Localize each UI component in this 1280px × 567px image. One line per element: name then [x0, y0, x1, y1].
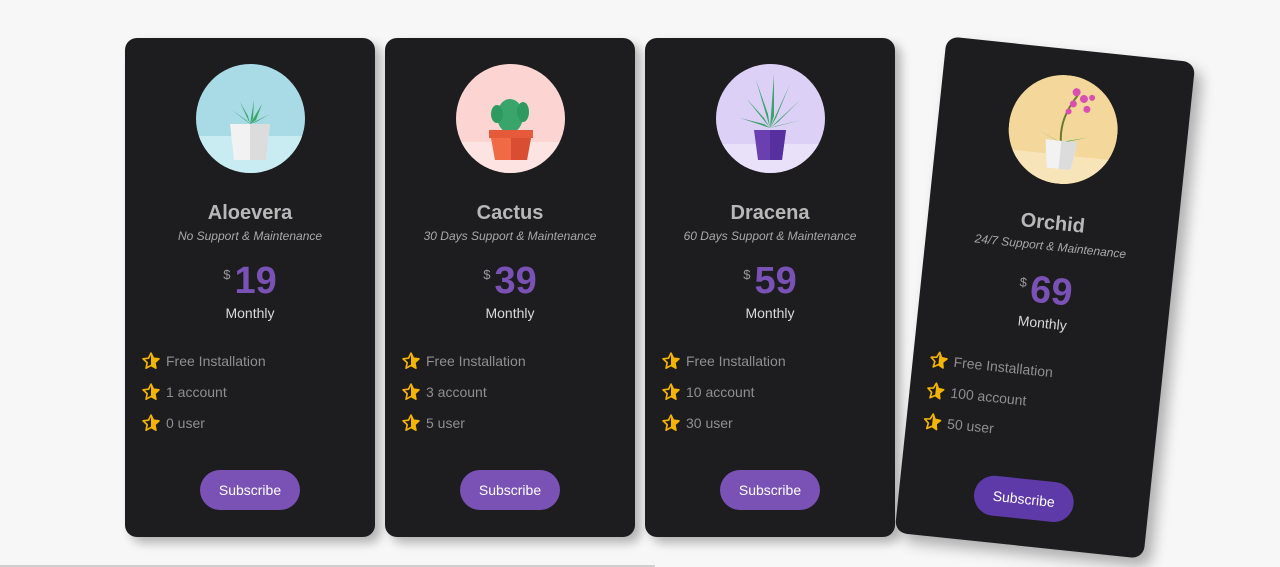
cactus-plant-icon	[455, 64, 565, 173]
plan-card-cactus: Cactus 30 Days Support & Maintenance $ 3…	[385, 38, 635, 537]
billing-period: Monthly	[485, 305, 535, 321]
feature-label: Free Installation	[426, 352, 526, 369]
subscribe-button[interactable]: Subscribe	[460, 470, 560, 510]
feature-item: 3 account	[401, 376, 635, 407]
star-icon	[661, 413, 681, 433]
plan-support: No Support & Maintenance	[177, 229, 323, 243]
star-icon	[921, 410, 943, 432]
price-amount: 59	[754, 260, 797, 302]
feature-list: Free Installation 1 account 0 user	[125, 345, 375, 438]
pricing-stage: Aloevera No Support & Maintenance $ 19 M…	[0, 0, 1280, 567]
feature-list: Free Installation 3 account 5 user	[385, 345, 635, 438]
star-icon	[928, 349, 950, 371]
feature-list: Free Installation 10 account 30 user	[645, 345, 895, 438]
feature-item: 0 user	[141, 407, 375, 438]
feature-label: 100 account	[949, 384, 1028, 409]
currency-symbol: $	[743, 267, 751, 282]
plan-support: 60 Days Support & Maintenance	[683, 229, 857, 243]
billing-period: Monthly	[225, 305, 275, 321]
star-icon	[401, 413, 421, 433]
price-amount: 69	[1028, 268, 1075, 315]
aloevera-plant-icon	[195, 64, 305, 173]
plan-name: Aloevera	[207, 202, 293, 224]
plan-card-dracena: Dracena 60 Days Support & Maintenance $ …	[645, 38, 895, 537]
star-icon	[141, 382, 161, 402]
star-icon	[401, 382, 421, 402]
plan-card-orchid: Orchid 24/7 Support & Maintenance $ 69 M…	[894, 36, 1196, 559]
feature-item: 1 account	[141, 376, 375, 407]
star-icon	[141, 351, 161, 371]
star-icon	[141, 413, 161, 433]
billing-period: Monthly	[745, 305, 795, 321]
subscribe-button[interactable]: Subscribe	[200, 470, 300, 510]
star-icon	[661, 351, 681, 371]
feature-label: 5 user	[426, 414, 465, 431]
subscribe-button[interactable]: Subscribe	[972, 473, 1076, 525]
feature-label: 50 user	[946, 415, 995, 436]
star-icon	[401, 351, 421, 371]
feature-label: 10 account	[686, 383, 755, 400]
price-row: $ 39	[385, 259, 635, 303]
orchid-plant-icon	[1002, 69, 1123, 190]
feature-item: Free Installation	[401, 345, 635, 376]
feature-item: 5 user	[401, 407, 635, 438]
feature-list: Free Installation 100 account 50 user	[905, 342, 1163, 461]
price-amount: 39	[494, 260, 537, 302]
feature-item: 10 account	[661, 376, 895, 407]
dracena-plant-icon	[715, 64, 825, 173]
currency-symbol: $	[1018, 274, 1028, 290]
star-icon	[925, 380, 947, 402]
feature-label: Free Installation	[686, 352, 786, 369]
plan-name: Cactus	[476, 202, 544, 224]
feature-label: 3 account	[426, 383, 487, 400]
feature-item: 30 user	[661, 407, 895, 438]
feature-label: Free Installation	[952, 353, 1054, 380]
star-icon	[661, 382, 681, 402]
feature-item: Free Installation	[141, 345, 375, 376]
subscribe-button[interactable]: Subscribe	[720, 470, 820, 510]
feature-label: 1 account	[166, 383, 227, 400]
plan-card-aloevera: Aloevera No Support & Maintenance $ 19 M…	[125, 38, 375, 537]
currency-symbol: $	[483, 267, 491, 282]
plan-support: 30 Days Support & Maintenance	[423, 229, 597, 243]
price-row: $ 59	[645, 259, 895, 303]
feature-label: 0 user	[166, 414, 205, 431]
plan-name: Dracena	[730, 202, 810, 224]
price-row: $ 19	[125, 259, 375, 303]
currency-symbol: $	[223, 267, 231, 282]
price-amount: 19	[234, 260, 277, 302]
feature-label: Free Installation	[166, 352, 266, 369]
feature-item: Free Installation	[661, 345, 895, 376]
feature-label: 30 user	[686, 414, 733, 431]
